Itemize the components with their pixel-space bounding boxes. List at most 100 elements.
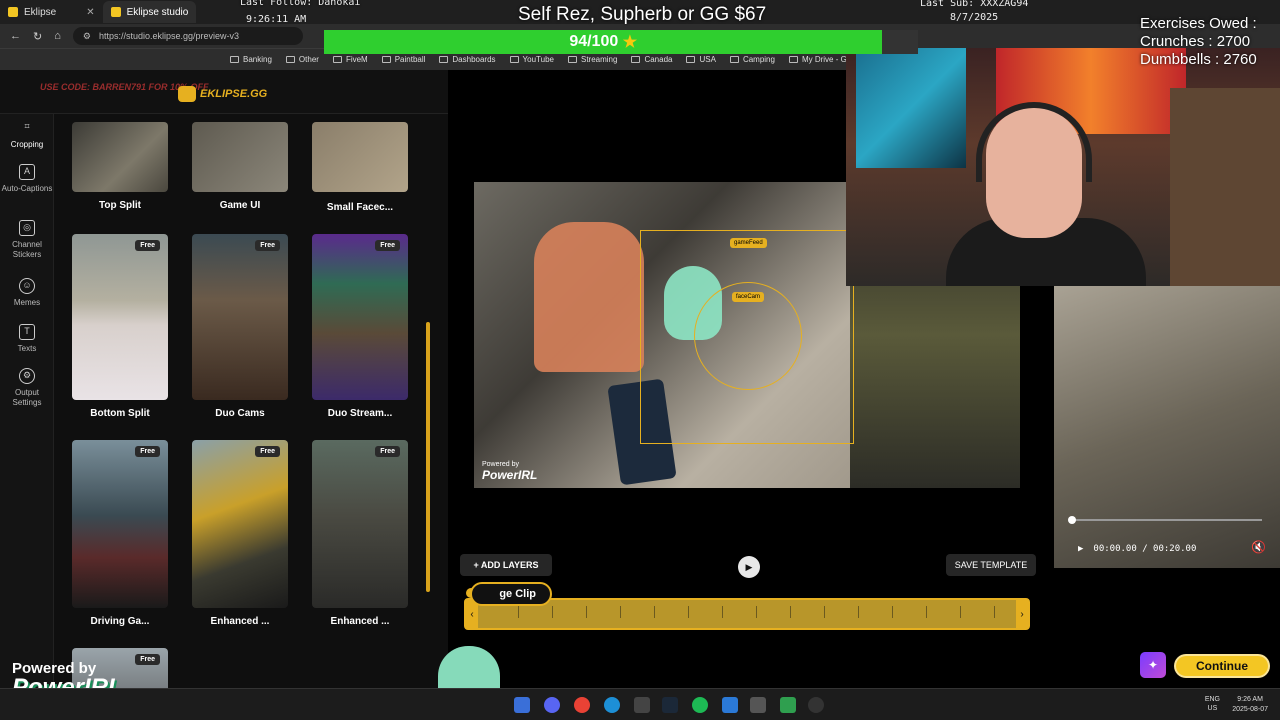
template-label: Enhanced ... <box>210 616 270 627</box>
seek-handle[interactable] <box>1068 516 1076 524</box>
language-indicator[interactable]: ENG US <box>1205 695 1220 713</box>
continue-button[interactable]: Continue <box>1174 654 1270 678</box>
template-label: Game UI <box>219 200 261 211</box>
magic-wand-icon[interactable]: ✦ <box>1140 652 1166 678</box>
bookmark-item[interactable]: YouTube <box>509 55 554 64</box>
play-icon[interactable]: ▶ <box>1078 544 1083 554</box>
video-controls: ▶ 00:00.00 / 00:20.00 <box>1078 544 1196 554</box>
save-template-button[interactable]: SAVE TEMPLATE <box>946 554 1036 576</box>
home-icon[interactable]: ⌂ <box>54 30 61 42</box>
template-enhanced-1[interactable]: Free Enhanced ... <box>192 440 288 627</box>
template-game-ui[interactable]: Game UI <box>192 122 288 211</box>
nav-auto-captions[interactable]: A Auto-Captions <box>0 164 54 194</box>
template-top-split[interactable]: Top Split <box>72 122 168 211</box>
template-thumbnail: Free <box>192 234 288 400</box>
timeline-track[interactable]: ‹ › <box>464 598 1030 630</box>
template-duo-cams[interactable]: Free Duo Cams <box>192 234 288 419</box>
editor-area: gameFeed faceCam Powered by PowerIRL ▶ 0… <box>448 48 1280 688</box>
template-scrollbar[interactable] <box>426 322 430 592</box>
bookmark-item[interactable]: Streaming <box>567 55 617 64</box>
free-badge: Free <box>375 240 400 251</box>
edge-icon[interactable] <box>604 697 620 713</box>
timeline-tick <box>892 606 893 618</box>
mail-icon[interactable] <box>722 697 738 713</box>
nav-memes[interactable]: ☺ Memes <box>0 278 54 308</box>
bookmark-item[interactable]: Other <box>285 55 319 64</box>
timeline-tick <box>688 606 689 618</box>
dumbbells-count: Dumbbells : 2760 <box>1140 51 1257 68</box>
template-label: Small Facec... <box>326 202 394 213</box>
exercises-title: Exercises Owed : <box>1140 15 1257 32</box>
preview-person <box>534 222 644 372</box>
bookmark-label: Dashboards <box>452 55 496 64</box>
text-icon: T <box>19 324 35 340</box>
template-driving-game[interactable]: Free Driving Ga... <box>72 440 168 627</box>
folder-icon <box>686 56 696 63</box>
free-badge: Free <box>135 240 160 251</box>
file-explorer-icon[interactable] <box>514 697 530 713</box>
reload-icon[interactable]: ↻ <box>33 30 42 43</box>
nav-cropping[interactable]: ⌗ Cropping <box>0 120 54 150</box>
free-badge: Free <box>255 240 280 251</box>
streamer-webcam <box>846 48 1280 286</box>
bookmark-item[interactable]: USA <box>686 55 716 64</box>
bookmark-item[interactable]: Banking <box>230 55 272 64</box>
template-thumbnail: Free <box>72 234 168 400</box>
free-badge: Free <box>255 446 280 457</box>
nav-texts[interactable]: T Texts <box>0 324 54 354</box>
template-label: Top Split <box>98 200 142 211</box>
lang-text: ENG <box>1204 696 1220 703</box>
play-button[interactable]: ▶ <box>738 556 760 578</box>
tab-eklipse-studio[interactable]: Eklipse studio <box>102 1 197 23</box>
nav-output-settings[interactable]: ⚙ Output Settings <box>0 368 54 408</box>
obs-icon[interactable] <box>808 697 824 713</box>
discord-icon[interactable] <box>544 697 560 713</box>
bookmark-label: YouTube <box>522 55 554 64</box>
template-bottom-split[interactable]: Free Bottom Split <box>72 234 168 419</box>
template-enhanced-2[interactable]: Free Enhanced ... <box>312 440 408 627</box>
clock-time: 9:26 AM <box>1237 696 1263 703</box>
app-icon[interactable] <box>750 697 766 713</box>
mute-icon[interactable]: 🔇 <box>1251 540 1266 554</box>
close-icon[interactable]: ✕ <box>86 7 94 18</box>
template-label: Enhanced ... <box>330 616 390 627</box>
preview-powerirl-text: PowerIRL <box>482 468 538 482</box>
bookmark-item[interactable]: Dashboards <box>439 55 496 64</box>
timeline-tick <box>858 606 859 618</box>
gear-icon: ⚙ <box>19 368 35 384</box>
timeline-tick <box>552 606 553 618</box>
chrome-icon[interactable] <box>574 697 590 713</box>
add-layers-button[interactable]: + ADD LAYERS <box>460 554 552 576</box>
back-icon[interactable]: ← <box>10 30 21 42</box>
url-field[interactable]: ⚙ https://studio.eklipse.gg/preview-v3 <box>72 27 303 45</box>
trim-right-handle[interactable]: › <box>1016 600 1028 628</box>
webcam-poster <box>856 48 966 168</box>
crop-icon: ⌗ <box>24 121 30 131</box>
bookmark-label: Camping <box>742 55 775 64</box>
app-header: USE CODE: BARREN791 FOR 10% OFF EKLIPSE.… <box>0 70 448 114</box>
site-info-icon: ⚙ <box>82 30 91 41</box>
app-icon[interactable] <box>634 697 650 713</box>
template-duo-stream[interactable]: Free Duo Stream... <box>312 234 408 419</box>
change-clip-button[interactable]: ge Clip <box>470 582 552 606</box>
overlay-date: 8/7/2025 <box>950 12 999 23</box>
folder-icon <box>285 56 295 63</box>
bookmark-item[interactable]: Paintball <box>381 55 425 64</box>
bookmark-item[interactable]: Canada <box>631 55 672 64</box>
template-label: Duo Stream... <box>327 408 393 419</box>
bookmark-item[interactable]: FiveM <box>332 55 368 64</box>
folder-icon <box>509 56 519 63</box>
star-icon: ★ <box>622 34 638 51</box>
template-small-facecam[interactable]: Small Facec... <box>312 122 408 213</box>
seek-track[interactable] <box>1072 519 1262 521</box>
nav-channel-stickers[interactable]: ◎ Channel Stickers <box>0 220 54 260</box>
tab-eklipse[interactable]: Eklipse ✕ <box>0 1 103 23</box>
taskbar-clock[interactable]: 9:26 AM 2025-08-07 <box>1232 695 1268 715</box>
app-icon[interactable] <box>780 697 796 713</box>
steam-icon[interactable] <box>662 697 678 713</box>
bookmark-item[interactable]: Camping <box>729 55 775 64</box>
template-thumbnail <box>312 122 408 192</box>
bookmark-label: Other <box>298 55 319 64</box>
output-preview[interactable]: ▶ 00:00.00 / 00:20.00 🔇 <box>1054 286 1280 568</box>
spotify-icon[interactable] <box>692 697 708 713</box>
